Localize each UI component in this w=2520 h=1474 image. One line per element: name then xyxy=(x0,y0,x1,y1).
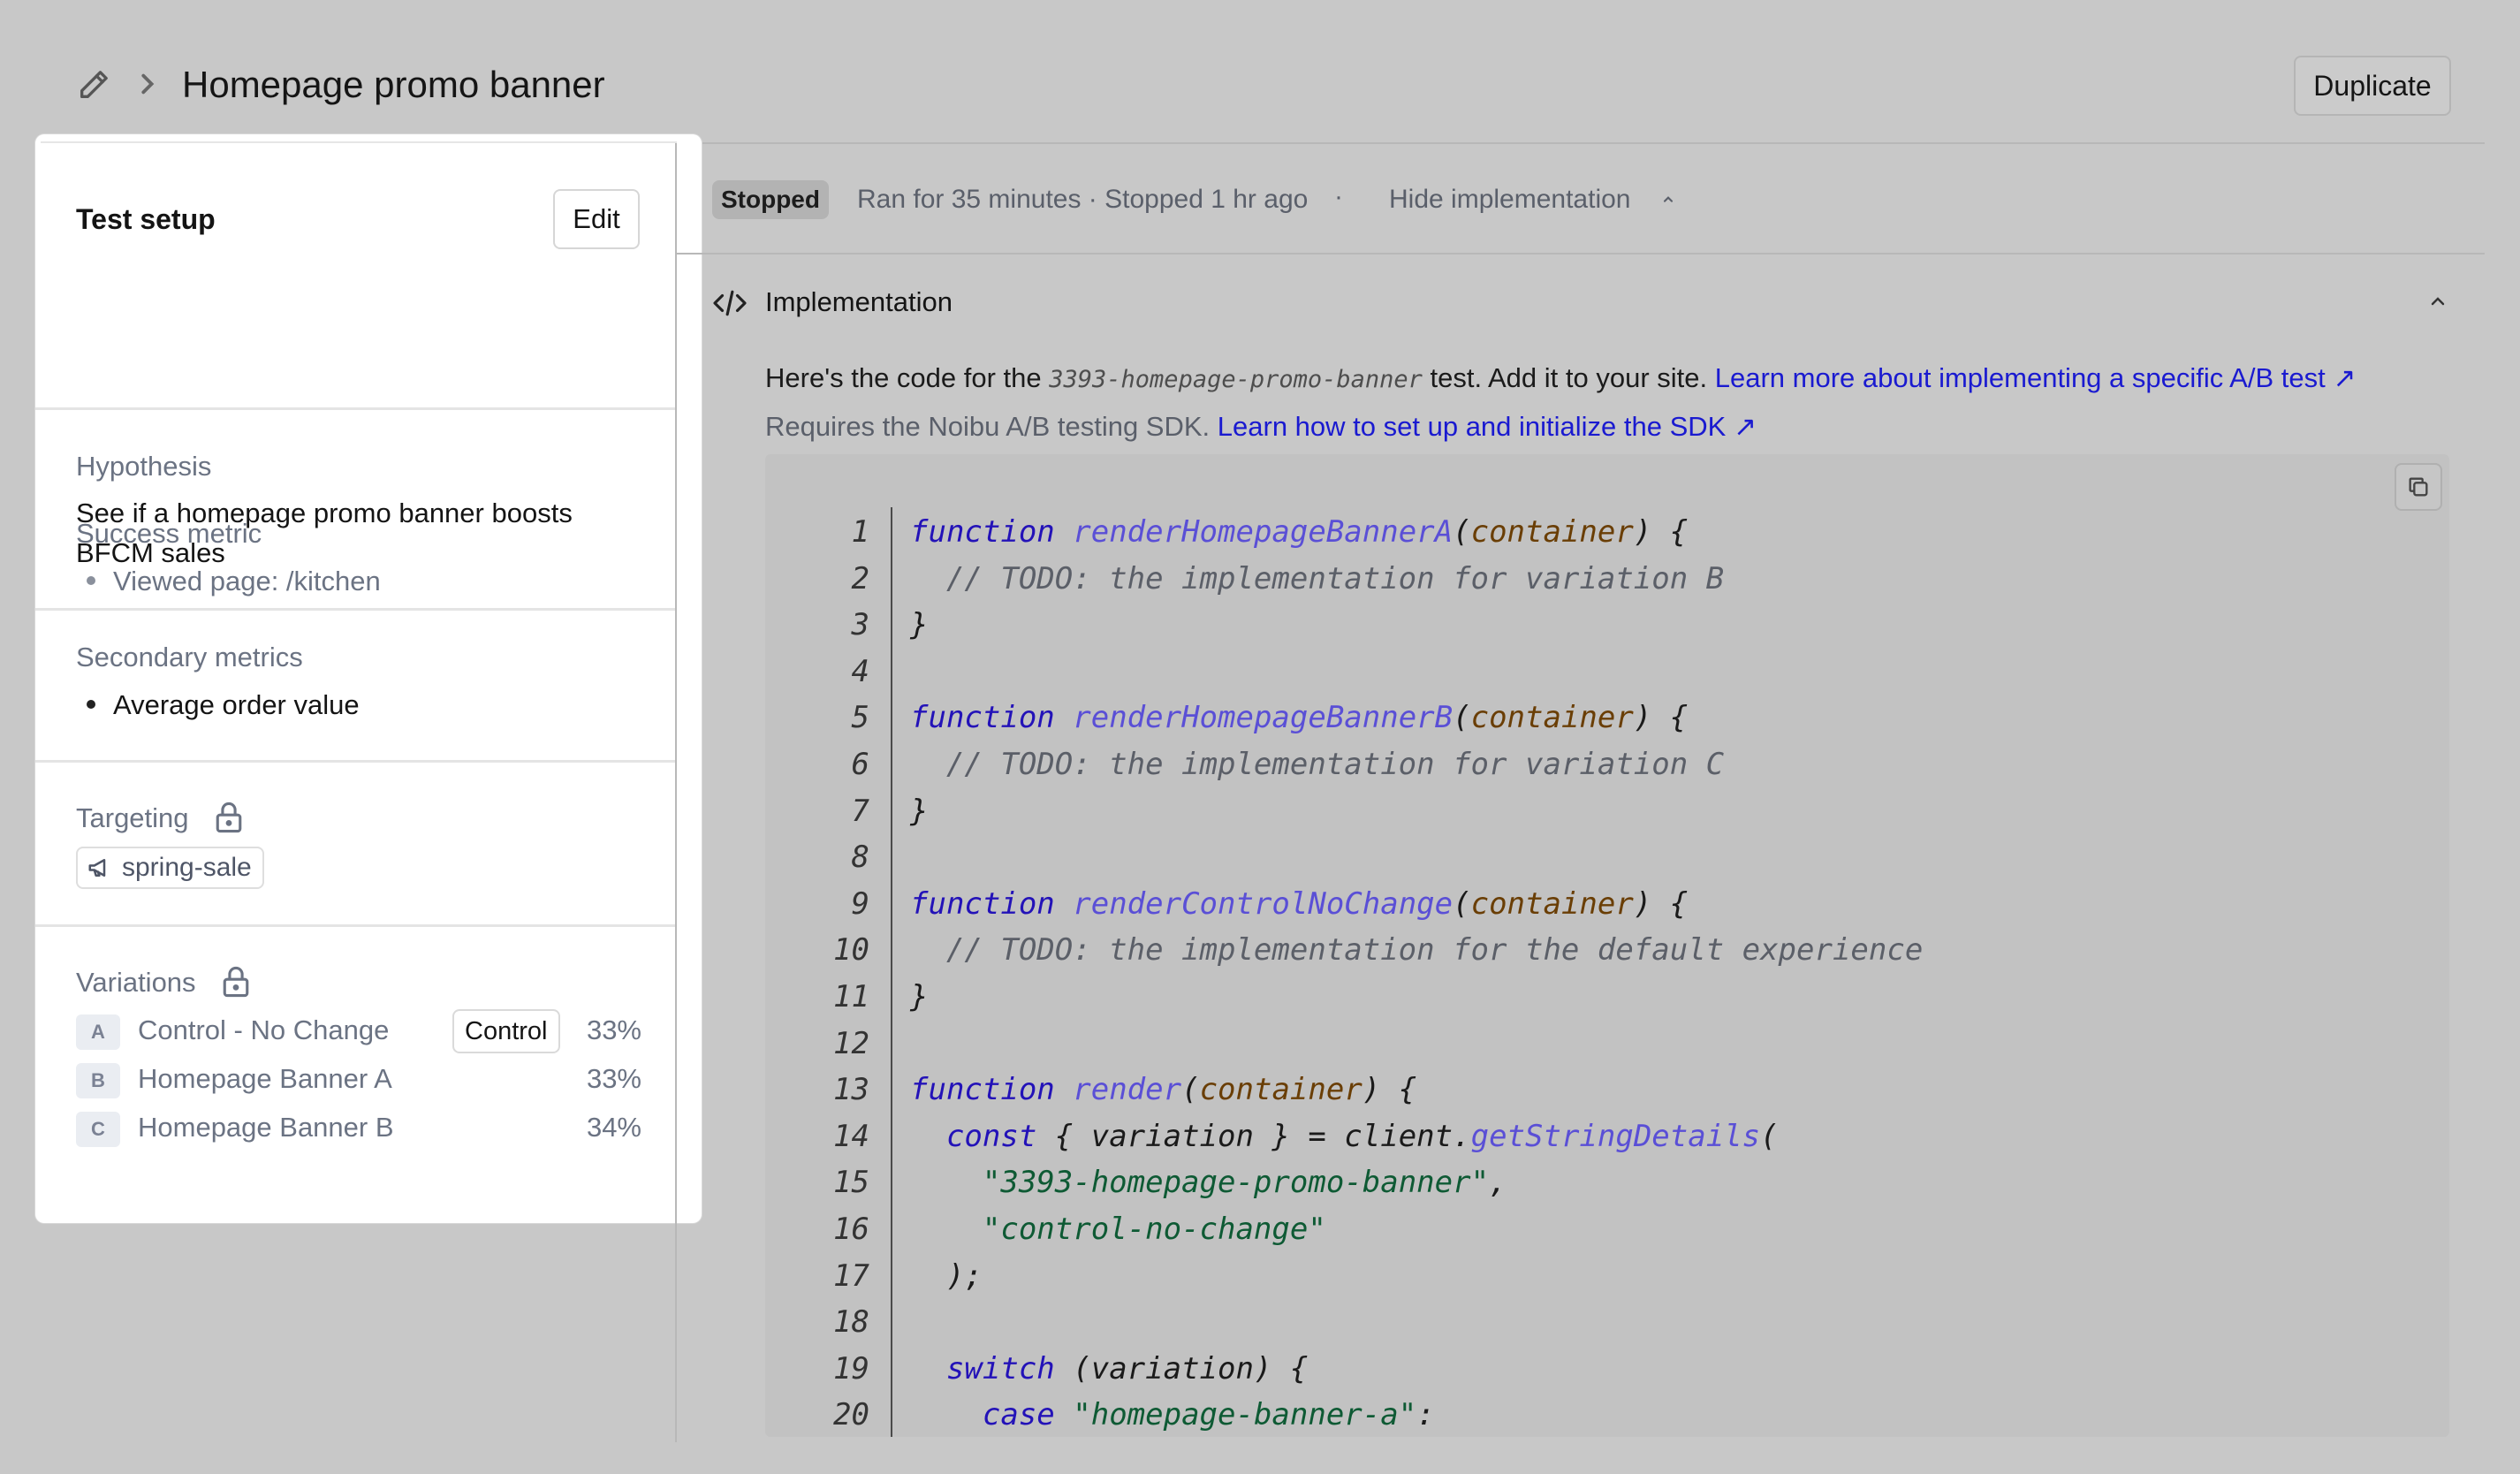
page-header: Homepage promo banner Duplicate xyxy=(0,0,2520,143)
variation-percent: 33% xyxy=(586,1063,641,1094)
line-content: const { variation } = client.getStringDe… xyxy=(945,1118,1779,1154)
variation-name: Homepage Banner B xyxy=(138,1112,394,1143)
line-content: // TODO: the implementation for variatio… xyxy=(910,560,1725,596)
line-content: function render(container) { xyxy=(910,1072,1417,1108)
chevron-up-icon[interactable] xyxy=(1661,193,1675,205)
line-number: 6 xyxy=(851,747,869,782)
success-metric-label: Success metric xyxy=(76,518,262,549)
line-content: switch (variation) { xyxy=(945,1350,1309,1387)
variation-name: Control - No Change xyxy=(138,1014,390,1045)
copy-icon xyxy=(2409,477,2428,497)
targeting-tag[interactable]: spring-sale xyxy=(76,847,264,889)
variation-letter: C xyxy=(76,1112,120,1147)
sdk-setup-link[interactable]: Learn how to set up and initialize the S… xyxy=(1218,411,1757,442)
variation-letter: A xyxy=(76,1014,120,1050)
page-title: Homepage promo banner xyxy=(182,64,605,105)
section-divider xyxy=(35,924,677,927)
hypothesis-label: Hypothesis xyxy=(76,451,212,482)
code-icon xyxy=(713,290,747,316)
sdk-requirement: Requires the Noibu A/B testing SDK. Lear… xyxy=(765,411,1757,442)
line-content: function renderHomepageBannerA(container… xyxy=(910,514,1689,550)
variation-row: A Control - No Change Control 33% xyxy=(76,1009,641,1053)
line-number-gutter xyxy=(891,507,892,1437)
line-number: 13 xyxy=(833,1072,869,1108)
test-setup-header: Test setup Edit xyxy=(35,143,677,410)
line-number: 5 xyxy=(851,700,869,736)
line-number: 1 xyxy=(851,514,869,550)
line-number: 15 xyxy=(833,1165,869,1201)
variation-row: C Homepage Banner B 34% xyxy=(76,1110,641,1149)
bullet-dot xyxy=(87,699,95,709)
chevron-up-icon[interactable] xyxy=(2430,295,2446,308)
hide-implementation-toggle[interactable]: Hide implementation xyxy=(1389,185,1630,215)
line-content: "control-no-change" xyxy=(982,1212,1326,1247)
line-number: 11 xyxy=(833,979,869,1014)
line-number: 2 xyxy=(851,560,869,596)
line-number: 18 xyxy=(833,1304,869,1341)
line-content: } xyxy=(910,979,929,1014)
success-metric-item: Viewed page: /kitchen xyxy=(87,566,381,597)
chevron-right-icon xyxy=(141,73,155,95)
edit-button[interactable]: Edit xyxy=(553,189,640,249)
line-content: "3393-homepage-promo-banner", xyxy=(982,1165,1507,1201)
line-content: // TODO: the implementation for the defa… xyxy=(910,932,1924,969)
variation-percent: 33% xyxy=(586,1014,641,1045)
line-number: 14 xyxy=(833,1118,869,1154)
line-content: // TODO: the implementation for variatio… xyxy=(910,747,1725,782)
line-content: } xyxy=(910,793,929,829)
secondary-metric-item: Average order value xyxy=(87,689,360,721)
targeting-tag-label: spring-sale xyxy=(122,853,252,882)
secondary-metrics-label: Secondary metrics xyxy=(76,642,303,672)
test-key-code: 3393-homepage-promo-banner xyxy=(1049,366,1423,393)
duplicate-button[interactable]: Duplicate xyxy=(2294,56,2451,116)
line-content: function renderControlNoChange(container… xyxy=(910,885,1689,922)
test-setup-title: Test setup xyxy=(76,203,216,235)
control-badge: Control xyxy=(452,1009,560,1053)
line-number: 19 xyxy=(833,1350,869,1387)
line-content: } xyxy=(910,607,929,643)
line-number: 17 xyxy=(833,1257,869,1294)
lock-icon xyxy=(216,802,242,833)
implementation-description: Here's the code for the 3393-homepage-pr… xyxy=(765,362,2357,393)
variation-name: Homepage Banner A xyxy=(138,1063,392,1094)
line-number: 10 xyxy=(833,932,869,969)
targeting-label: Targeting xyxy=(76,802,189,833)
line-number: 9 xyxy=(851,885,869,922)
learn-more-link[interactable]: Learn more about implementing a specific… xyxy=(1715,362,2357,393)
line-number: 4 xyxy=(851,653,869,689)
line-content: ); xyxy=(910,1257,983,1294)
line-number: 16 xyxy=(833,1212,869,1247)
megaphone-icon xyxy=(88,859,106,877)
status-divider xyxy=(677,253,2485,255)
line-number: 12 xyxy=(833,1025,869,1061)
variation-row: B Homepage Banner A 33% xyxy=(76,1061,641,1100)
variations-label: Variations xyxy=(76,967,196,998)
copy-button[interactable] xyxy=(2395,463,2442,511)
status-text: Ran for 35 minutes · Stopped 1 hr ago xyxy=(857,185,1309,214)
content-divider xyxy=(675,143,677,1442)
header-divider xyxy=(675,142,2485,144)
line-number: 8 xyxy=(851,840,869,876)
pencil-icon[interactable] xyxy=(76,67,111,103)
status-separator: · xyxy=(1334,182,1343,211)
section-divider xyxy=(35,608,677,611)
implementation-title: Implementation xyxy=(765,286,953,317)
bullet-dot xyxy=(87,575,95,585)
line-number: 3 xyxy=(851,607,869,643)
lock-icon xyxy=(223,966,249,998)
line-content: case "homepage-banner-a": xyxy=(982,1397,1435,1433)
test-setup-panel: Test setup Edit Hypothesis See if a home… xyxy=(35,134,702,1223)
section-divider xyxy=(35,760,677,763)
status-badge: Stopped xyxy=(712,180,829,219)
variation-percent: 34% xyxy=(586,1112,641,1143)
variation-letter: B xyxy=(76,1063,120,1098)
line-content: function renderHomepageBannerB(container… xyxy=(910,700,1689,736)
line-number: 7 xyxy=(851,793,869,829)
line-number: 20 xyxy=(833,1397,869,1433)
